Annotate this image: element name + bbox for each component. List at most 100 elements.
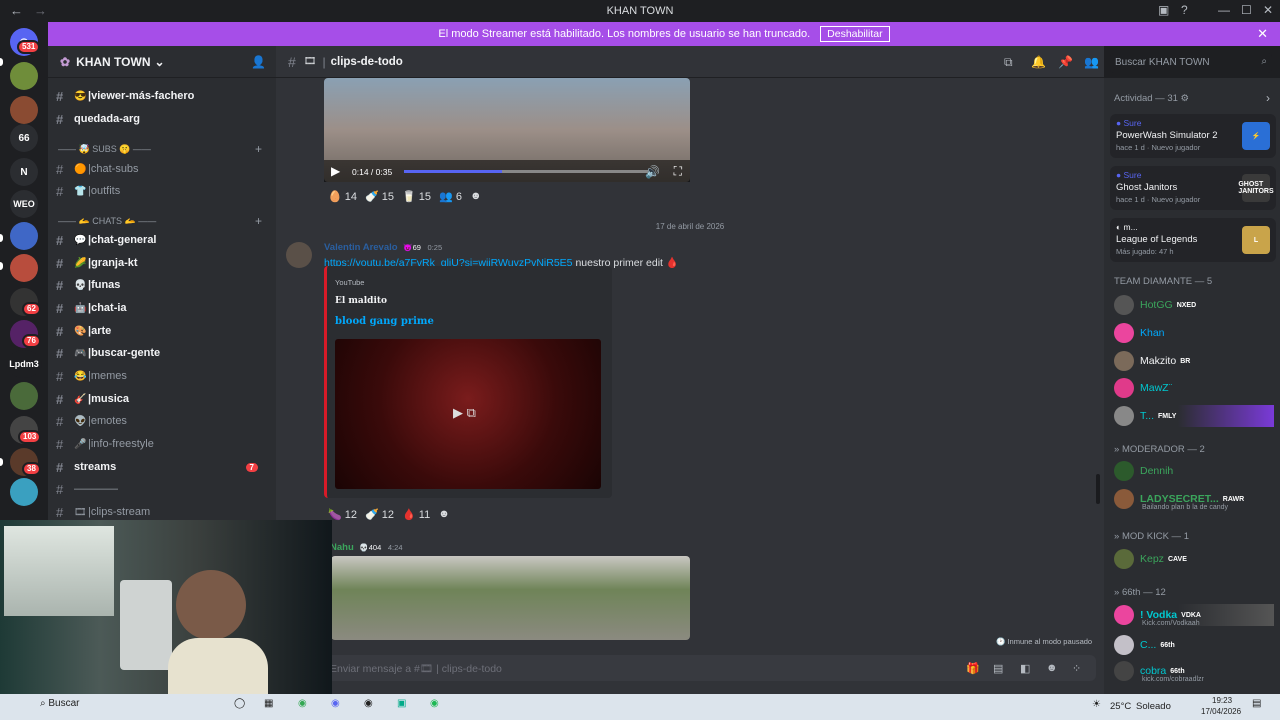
- clock-time[interactable]: 19:23: [1212, 696, 1232, 705]
- member-item[interactable]: Makzito BR: [1114, 350, 1274, 372]
- activity-card[interactable]: ◐ m... League of Legends Más jugado: 47 …: [1110, 218, 1276, 262]
- server-icon-1[interactable]: [10, 62, 38, 90]
- member-item[interactable]: MawZ¨: [1114, 377, 1274, 399]
- search-input[interactable]: Buscar KHAN TOWN ⌕: [1110, 53, 1272, 73]
- embed-title[interactable]: blood gang prime: [335, 316, 434, 327]
- close-window-icon[interactable]: ✕: [1263, 3, 1273, 17]
- reaction[interactable]: 🍼 15: [365, 190, 394, 203]
- video-thumbnail[interactable]: [331, 556, 690, 640]
- video-player[interactable]: ▶ 0:14 / 0:35 🔊 ⛶: [324, 78, 690, 182]
- member-item[interactable]: T... FMLY: [1114, 405, 1274, 427]
- channel-streams[interactable]: # streams 7: [56, 457, 268, 477]
- server-header[interactable]: ✿ KHAN TOWN ⌄ 👤: [48, 46, 276, 78]
- channel-quedada-arg[interactable]: # quedada-arg: [56, 109, 268, 129]
- reaction[interactable]: 🩸 11: [402, 508, 430, 521]
- minimize-icon[interactable]: —: [1218, 3, 1230, 17]
- channel-divider[interactable]: # ————: [56, 479, 268, 499]
- help-icon[interactable]: ?: [1181, 3, 1188, 17]
- server-icon-lpdm3[interactable]: Lpdm3: [6, 350, 42, 378]
- explorer-icon[interactable]: ▦: [264, 698, 273, 709]
- channel-arte[interactable]: # 🎨 | arte: [56, 321, 268, 341]
- category-chats[interactable]: —— 🫴 CHATS 🫴 —— +: [58, 214, 268, 228]
- play-icon[interactable]: ▶: [331, 164, 340, 178]
- pin-icon[interactable]: 📌: [1058, 55, 1073, 69]
- close-banner-icon[interactable]: ✕: [1257, 26, 1268, 42]
- discord-icon[interactable]: ◉: [331, 698, 340, 709]
- channel-buscar-gente[interactable]: # 🎮 | buscar-gente: [56, 343, 268, 363]
- avatar[interactable]: [286, 242, 312, 268]
- play-icon[interactable]: ▶ ⧉: [453, 405, 476, 421]
- gift-icon[interactable]: 🎁: [966, 662, 980, 675]
- server-icon-n[interactable]: N: [10, 158, 38, 186]
- member-item[interactable]: Kepz CAVE: [1114, 548, 1274, 570]
- channel-chat-ia[interactable]: # 🤖 | chat-ia: [56, 298, 268, 318]
- video-progress-track[interactable]: [404, 170, 648, 173]
- maximize-icon[interactable]: ☐: [1241, 3, 1252, 17]
- unread-pill: [0, 58, 3, 66]
- volume-icon[interactable]: 🔊: [645, 165, 660, 179]
- channel-funas[interactable]: # 💀 | funas: [56, 275, 268, 295]
- activity-card[interactable]: ● Sure PowerWash Simulator 2 hace 1 d · …: [1110, 114, 1276, 158]
- gif-icon[interactable]: ▤: [993, 662, 1003, 675]
- members-icon[interactable]: 👥: [1084, 55, 1099, 69]
- embed-thumbnail[interactable]: ▶ ⧉: [335, 339, 601, 489]
- channel-info-freestyle[interactable]: # 🎤 | info-freestyle: [56, 434, 268, 454]
- chevron-right-icon[interactable]: ›: [1266, 91, 1270, 105]
- message-author[interactable]: Nahu: [330, 542, 354, 553]
- emoji-icon[interactable]: ☻: [1046, 662, 1058, 674]
- member-item[interactable]: cobra 66th kick.com/cobraadlzr: [1114, 660, 1274, 683]
- channel-memes[interactable]: # 😂 | memes: [56, 366, 268, 386]
- taskbar-search[interactable]: ⌕ Buscar: [40, 698, 80, 709]
- server-icon-6[interactable]: [10, 222, 38, 250]
- member-item[interactable]: LADYSECRET... RAWR Bailando plan b la de c…: [1114, 488, 1274, 511]
- notifications-icon[interactable]: ▤: [1252, 698, 1261, 709]
- channel-musica[interactable]: # 🎸 | musica: [56, 389, 268, 409]
- embed-author[interactable]: El maldito: [335, 296, 387, 306]
- server-icon-14[interactable]: [10, 478, 38, 506]
- member-item[interactable]: ! Vodka VDKA Kick.com/Vodkaah: [1114, 604, 1274, 627]
- channel-outfits[interactable]: # 👕 | outfits: [56, 181, 268, 201]
- spotify-icon[interactable]: ◉: [430, 698, 439, 709]
- member-item[interactable]: Khan: [1114, 322, 1274, 344]
- channel-chat-subs[interactable]: # 🟠 | chat-subs: [56, 159, 268, 179]
- channel-clips-stream[interactable]: # 🎞 | clips-stream: [56, 502, 268, 520]
- server-icon-2[interactable]: [10, 96, 38, 124]
- server-icon-7[interactable]: [10, 254, 38, 282]
- bell-icon[interactable]: 🔔: [1031, 55, 1046, 69]
- inbox-icon[interactable]: ▣: [1158, 3, 1169, 17]
- threads-icon[interactable]: ⧉: [1004, 55, 1013, 70]
- activity-card[interactable]: ● Sure Ghost Janitors hace 1 d · Nuevo j…: [1110, 166, 1276, 210]
- message-author[interactable]: Valentin Arevalo: [324, 242, 398, 253]
- reaction[interactable]: 👥 6: [439, 190, 462, 203]
- channel-granja-kt[interactable]: # 🌽 | granja-kt: [56, 253, 268, 273]
- channel-chat-general[interactable]: # 💬 | chat-general: [56, 230, 268, 250]
- reaction[interactable]: 🍼 12: [365, 508, 394, 521]
- reaction[interactable]: 🍆 12: [328, 508, 357, 521]
- fullscreen-icon[interactable]: ⛶: [674, 164, 682, 179]
- server-icon-weo[interactable]: WEO: [10, 190, 38, 218]
- add-reaction-icon[interactable]: ☻: [438, 508, 450, 520]
- obs-icon[interactable]: ◉: [364, 698, 373, 709]
- server-icon-11[interactable]: [10, 382, 38, 410]
- disable-streamer-button[interactable]: Deshabilitar: [820, 26, 890, 42]
- clock-date[interactable]: 17/04/2026: [1201, 707, 1241, 716]
- chrome-icon[interactable]: ◉: [298, 698, 307, 709]
- category-subs[interactable]: —— 🤯 SUBS 🤫 —— +: [58, 142, 268, 156]
- apps-icon[interactable]: ⁘: [1072, 662, 1081, 675]
- reaction[interactable]: 🥛 15: [402, 190, 431, 203]
- invite-icon[interactable]: 👤: [251, 55, 266, 69]
- scrollbar-thumb[interactable]: [1096, 474, 1100, 504]
- reaction[interactable]: 🥚 14: [328, 190, 357, 203]
- sticker-icon[interactable]: ◧: [1020, 662, 1030, 675]
- terminal-icon[interactable]: ▣: [397, 698, 406, 709]
- task-view-icon[interactable]: ◯: [234, 698, 245, 709]
- add-reaction-icon[interactable]: ☻: [470, 190, 482, 202]
- channel-viewer-mas-fachero[interactable]: # 😎 | viewer-más-fachero: [56, 86, 268, 106]
- member-item[interactable]: Dennih: [1114, 460, 1274, 482]
- member-item[interactable]: HotGG NXED: [1114, 294, 1274, 316]
- channel-emotes[interactable]: # 👽 | emotes: [56, 411, 268, 431]
- server-icon-66[interactable]: 66: [10, 124, 38, 152]
- weather-temp[interactable]: 25°C: [1110, 701, 1131, 712]
- member-item[interactable]: C... 66th: [1114, 634, 1274, 656]
- weather-text[interactable]: Soleado: [1136, 701, 1171, 712]
